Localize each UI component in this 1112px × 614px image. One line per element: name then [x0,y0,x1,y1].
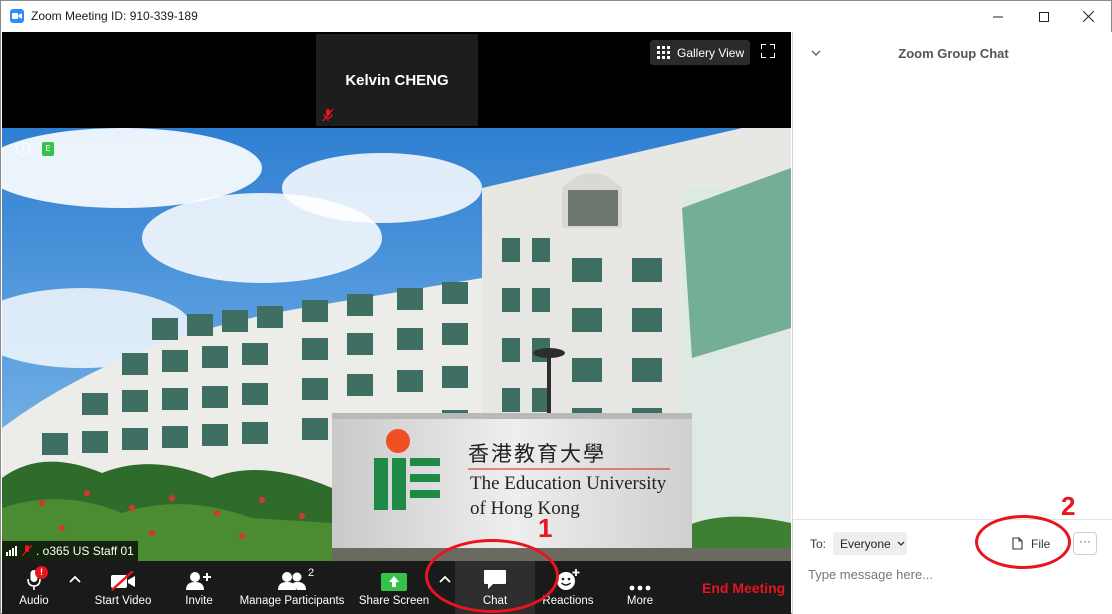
recipient-value: Everyone [840,536,891,551]
share-screen-icon [381,573,407,591]
share-screen-button[interactable]: Share Screen [359,561,429,614]
signal-strength-icon [6,546,17,556]
sign-chinese-text: 香港教育大學 [468,442,606,466]
participant-name-label: . o365 US Staff 01 [2,541,138,561]
participants-count: 2 [308,567,315,579]
zoom-app-icon [10,9,24,23]
muted-mic-icon [22,545,32,557]
title-bar: Zoom Meeting ID: 910-339-189 [1,1,1111,32]
chat-message-list [793,76,1112,519]
minimize-button[interactable] [975,1,1021,32]
annotation-number-1: 1 [538,513,553,543]
zoom-meeting-window: Zoom Meeting ID: 910-339-189 Kelvin CHEN… [0,0,1112,614]
grid-icon [657,46,670,59]
share-screen-label: Share Screen [358,595,430,607]
video-area: Kelvin CHENG Gallery View 香港教育大學 The Edu… [2,32,791,561]
close-window-button[interactable] [1065,1,1111,32]
annotation-circle-chat [425,539,559,613]
audio-button[interactable]: Audio [12,561,56,614]
more-label: More [626,595,654,607]
manage-participants-button[interactable]: Manage Participants [238,561,346,614]
chat-message-input[interactable] [808,563,1098,585]
maximize-button[interactable] [1021,1,1067,32]
chevron-down-icon [897,541,905,546]
invite-button[interactable]: Invite [177,561,221,614]
audio-options-chevron-up-icon[interactable] [69,575,81,583]
meeting-info-icon[interactable]: i [16,142,30,156]
chat-panel: Zoom Group Chat To: Everyone File ··· [792,32,1112,614]
more-dots-icon [629,585,651,591]
annotation-number-2: 2 [1061,491,1076,521]
emoji-reaction-icon [557,569,580,590]
campus-scene-image [2,128,791,561]
sign-english-line2: of Hong Kong [470,498,580,519]
chat-more-options-button[interactable]: ··· [1073,532,1097,555]
gallery-view-label: Gallery View [677,45,745,60]
chat-header: Zoom Group Chat [793,32,1112,76]
invite-label: Invite [185,595,213,607]
add-person-icon [186,572,211,590]
annotation-circle-file [975,515,1071,569]
manage-participants-label: Manage Participants [239,595,345,607]
encryption-shield-icon[interactable]: E [42,142,54,156]
participants-icon [278,572,306,590]
participant-name: . o365 US Staff 01 [36,544,134,558]
active-speaker-tile[interactable]: Kelvin CHENG [316,34,478,126]
audio-label: Audio [19,595,49,607]
to-label: To: [810,537,827,551]
meeting-toolbar: Audio ! Start Video Invite Manage Partic… [2,561,791,614]
start-video-label: Start Video [94,595,152,607]
gallery-view-button[interactable]: Gallery View [650,40,750,65]
minimize-icon [993,16,1003,17]
main-video-feed: 香港教育大學 The Education University of Hong … [2,128,791,561]
end-meeting-button[interactable]: End Meeting [702,580,785,596]
reactions-label: Reactions [542,595,594,607]
close-icon [1082,11,1094,22]
muted-mic-icon [322,108,334,122]
more-button[interactable]: More [618,561,662,614]
fullscreen-icon[interactable] [761,44,775,58]
recipient-select[interactable]: Everyone [833,532,907,555]
video-camera-off-icon [111,571,135,591]
start-video-button[interactable]: Start Video [90,561,156,614]
maximize-icon [1039,11,1049,22]
audio-warning-badge: ! [35,566,48,579]
window-title: Zoom Meeting ID: 910-339-189 [31,9,198,23]
chat-title: Zoom Group Chat [898,46,1009,61]
sign-english-line1: The Education University [470,473,667,494]
active-speaker-name: Kelvin CHENG [345,72,449,89]
